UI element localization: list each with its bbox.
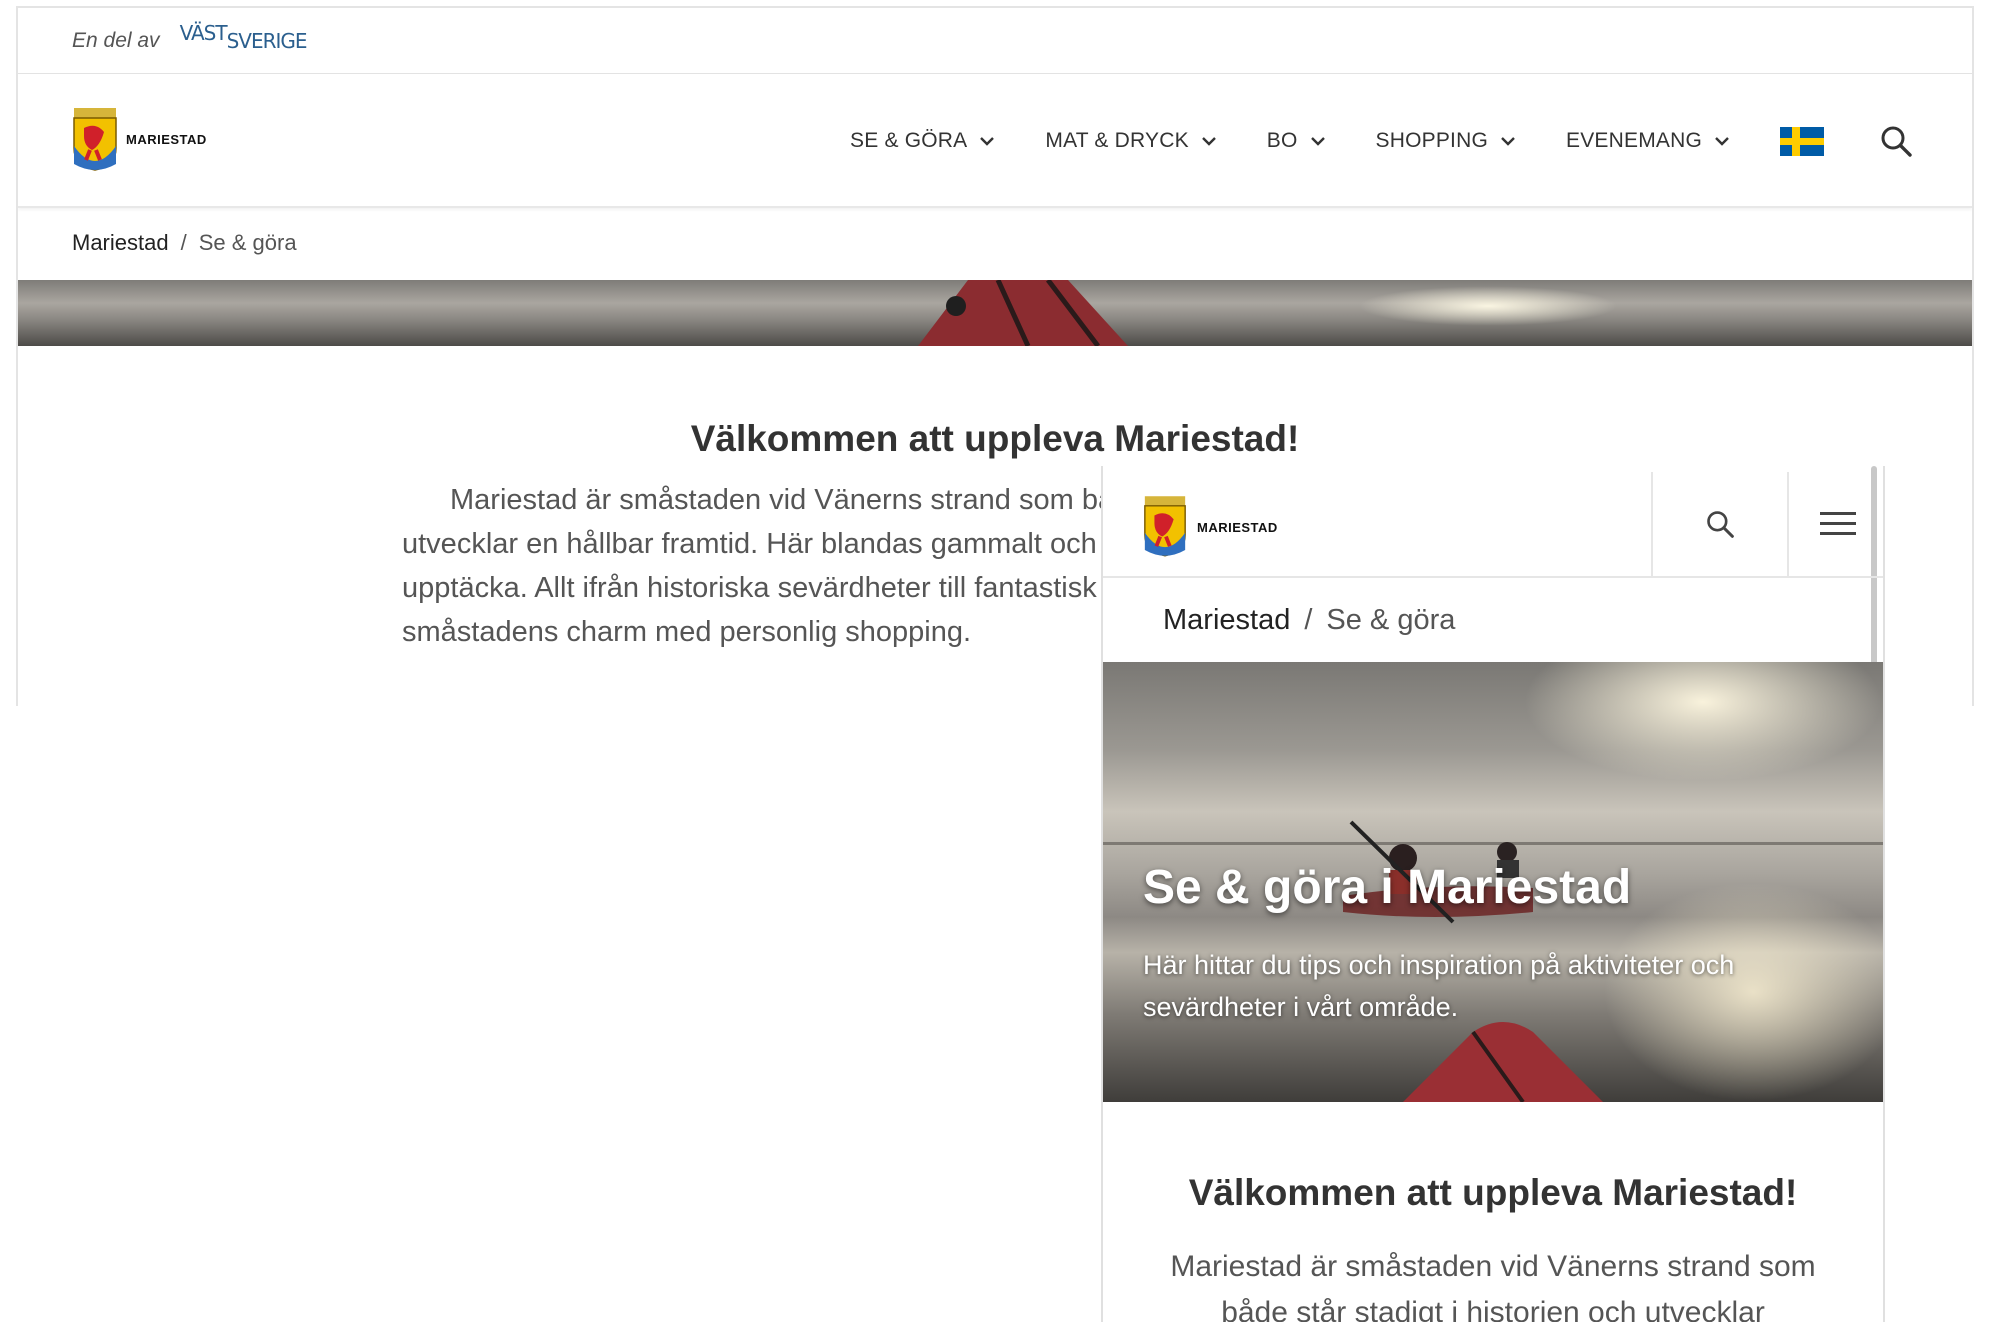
top-bar: En del av VÄST SVERIGE <box>18 8 1972 74</box>
mariestad-crest-logo[interactable] <box>1141 494 1189 563</box>
main-navigation: MARIESTAD SE & GÖRA MAT & DRYCK BO SHOPP… <box>18 74 1972 208</box>
chevron-down-icon <box>980 137 995 146</box>
breadcrumb-separator: / <box>1304 604 1313 636</box>
nav-item-se-gora[interactable]: SE & GÖRA <box>850 129 995 153</box>
nav-item-bo[interactable]: BO <box>1267 129 1326 153</box>
mobile-header: MARIESTAD <box>1103 472 1883 578</box>
nav-item-evenemang[interactable]: EVENEMANG <box>1566 129 1730 153</box>
chevron-down-icon <box>1715 137 1729 146</box>
chevron-down-icon <box>1201 137 1216 146</box>
hero-title: Se & göra i Mariestad <box>1143 861 1632 914</box>
search-icon <box>1707 511 1734 538</box>
sun-glare <box>1358 286 1618 326</box>
nav-item-label: BO <box>1266 129 1298 152</box>
welcome-paragraph: Mariestad är småstaden vid Vänerns stran… <box>1170 1250 1816 1322</box>
chevron-down-icon <box>1501 137 1515 146</box>
breadcrumb-home-link[interactable]: Mariestad <box>72 230 169 255</box>
vastsverige-logo[interactable]: VÄST SVERIGE <box>180 23 308 53</box>
nav-item-label: SE & GÖRA <box>850 129 968 152</box>
mobile-hero: Se & göra i Mariestad Här hittar du tips… <box>1103 662 1883 1102</box>
breadcrumb-separator: / <box>180 230 187 255</box>
search-icon <box>1881 126 1912 157</box>
mobile-menu-button[interactable] <box>1787 472 1883 576</box>
breadcrumb-current: Se & göra <box>198 230 297 255</box>
kayak-bow-image <box>918 280 1128 346</box>
brand-name: MARIESTAD <box>1197 520 1278 535</box>
vastsverige-logo-top: VÄST <box>179 20 228 45</box>
part-of-label: En del av <box>72 28 160 52</box>
breadcrumb: Mariestad / Se & göra <box>1163 604 1455 637</box>
search-button[interactable] <box>1876 121 1916 161</box>
mariestad-crest-logo[interactable] <box>70 106 120 177</box>
hamburger-menu-icon <box>1820 512 1856 535</box>
breadcrumb-home-link[interactable]: Mariestad <box>1163 604 1290 636</box>
nav-item-shopping[interactable]: SHOPPING <box>1376 129 1516 153</box>
brand-name: MARIESTAD <box>126 132 207 147</box>
nav-item-mat-dryck[interactable]: MAT & DRYCK <box>1045 129 1216 153</box>
nav-item-label: MAT & DRYCK <box>1045 129 1189 152</box>
mobile-view: MARIESTAD Mariestad / Se & göra Se & gör… <box>1101 466 1885 1322</box>
chevron-down-icon <box>1310 137 1325 146</box>
hero-image-strip <box>18 280 1972 346</box>
welcome-heading: Välkommen att uppleva Mariestad! <box>690 418 1300 459</box>
hero-text: Här hittar du tips och inspiration på ak… <box>1143 950 1735 1022</box>
nav-list: SE & GÖRA MAT & DRYCK BO SHOPPING EVENEM… <box>850 74 1972 208</box>
welcome-heading: Välkommen att uppleva Mariestad! <box>1188 1172 1798 1213</box>
swedish-flag-icon[interactable] <box>1780 126 1824 156</box>
breadcrumb-current: Se & göra <box>1326 604 1456 636</box>
nav-item-label: EVENEMANG <box>1566 129 1702 152</box>
breadcrumb: Mariestad / Se & göra <box>72 230 297 256</box>
vastsverige-logo-bottom: SVERIGE <box>226 28 308 53</box>
mobile-search-button[interactable] <box>1651 472 1787 576</box>
nav-item-label: SHOPPING <box>1375 129 1488 152</box>
